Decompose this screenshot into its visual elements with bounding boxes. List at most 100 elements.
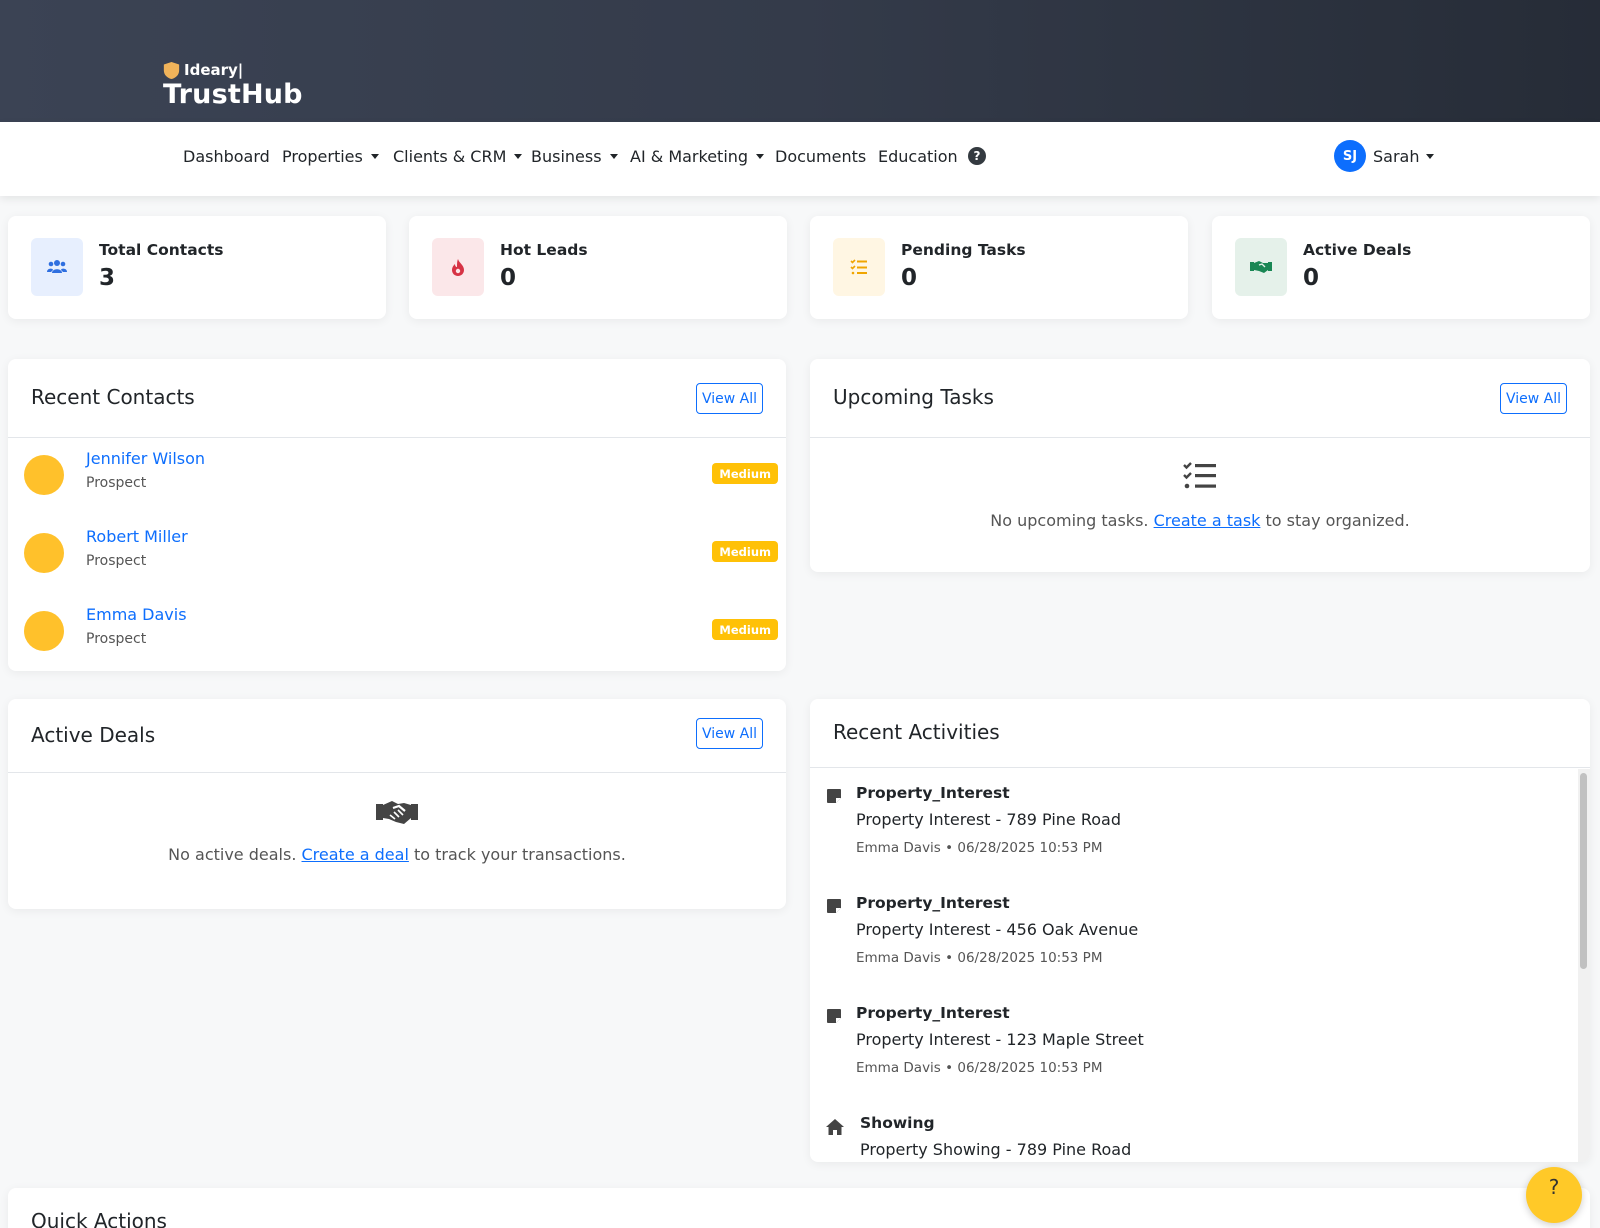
scrollbar-thumb[interactable] bbox=[1580, 773, 1587, 969]
nav-documents[interactable]: Documents bbox=[775, 147, 866, 166]
stat-value: 3 bbox=[99, 265, 116, 291]
activity-item[interactable]: Property_Interest Property Interest - 78… bbox=[826, 784, 1556, 874]
empty-text: to stay organized. bbox=[1265, 511, 1410, 530]
activity-description: Property Interest - 789 Pine Road bbox=[856, 810, 1121, 829]
activity-meta: Emma Davis • 06/28/2025 10:53 PM bbox=[856, 840, 1103, 856]
contact-name-link[interactable]: Jennifer Wilson bbox=[86, 449, 205, 468]
recent-contacts-card: Recent Contacts View All Jennifer Wilson… bbox=[8, 359, 786, 671]
activity-type: Property_Interest bbox=[856, 1004, 1010, 1022]
empty-tasks-message: No upcoming tasks. Create a task to stay… bbox=[810, 511, 1590, 530]
nav-label: Properties bbox=[282, 147, 363, 166]
contact-type: Prospect bbox=[86, 553, 147, 569]
activity-type: Showing bbox=[860, 1114, 935, 1132]
nav-business[interactable]: Business bbox=[531, 147, 618, 166]
contact-row[interactable]: Robert Miller Prospect Medium bbox=[24, 523, 778, 583]
empty-text: No active deals. bbox=[168, 845, 297, 864]
nav-clients-crm[interactable]: Clients & CRM bbox=[393, 147, 523, 166]
view-all-deals-button[interactable]: View All bbox=[696, 718, 763, 749]
avatar bbox=[24, 611, 64, 651]
fire-icon bbox=[432, 238, 484, 296]
priority-badge: Medium bbox=[712, 619, 778, 640]
empty-deals-message: No active deals. Create a deal to track … bbox=[8, 845, 786, 864]
priority-badge: Medium bbox=[712, 463, 778, 484]
activity-scrollbar[interactable] bbox=[1578, 769, 1590, 1162]
stat-card-pending-tasks: Pending Tasks 0 bbox=[810, 216, 1188, 319]
nav-label: AI & Marketing bbox=[630, 147, 749, 166]
nav-label: Education bbox=[878, 147, 958, 166]
activity-item[interactable]: Showing Property Showing - 789 Pine Road bbox=[826, 1114, 1556, 1162]
card-title: Upcoming Tasks bbox=[833, 385, 994, 409]
caret-down-icon bbox=[1426, 153, 1435, 159]
recent-activities-card: Recent Activities Property_Interest Prop… bbox=[810, 699, 1590, 1162]
activity-meta: Emma Davis • 06/28/2025 10:53 PM bbox=[856, 950, 1103, 966]
contact-type: Prospect bbox=[86, 631, 147, 647]
user-avatar: SJ bbox=[1334, 140, 1366, 172]
stat-card-total-contacts: Total Contacts 3 bbox=[8, 216, 386, 319]
activity-description: Property Showing - 789 Pine Road bbox=[860, 1140, 1132, 1159]
stat-label: Total Contacts bbox=[99, 241, 224, 259]
avatar bbox=[24, 533, 64, 573]
activity-type: Property_Interest bbox=[856, 894, 1010, 912]
empty-text: No upcoming tasks. bbox=[990, 511, 1149, 530]
contact-row[interactable]: Emma Davis Prospect Medium bbox=[24, 601, 778, 661]
stat-card-hot-leads: Hot Leads 0 bbox=[409, 216, 787, 319]
caret-down-icon bbox=[756, 154, 765, 159]
card-title: Recent Activities bbox=[833, 720, 1000, 744]
user-name: Sarah bbox=[1373, 146, 1420, 166]
handshake-icon bbox=[376, 801, 418, 824]
activity-meta: Emma Davis • 06/28/2025 10:53 PM bbox=[856, 1060, 1103, 1076]
active-deals-card: Active Deals View All No active deals. C… bbox=[8, 699, 786, 909]
view-all-tasks-button[interactable]: View All bbox=[1500, 383, 1567, 414]
stat-value: 0 bbox=[1303, 265, 1320, 291]
tasks-icon bbox=[1183, 462, 1216, 489]
stat-label: Hot Leads bbox=[500, 241, 588, 259]
contact-name-link[interactable]: Robert Miller bbox=[86, 527, 188, 546]
top-header: Ideary| TrustHub bbox=[0, 0, 1600, 122]
card-title: Quick Actions bbox=[31, 1209, 167, 1228]
nav-label: Dashboard bbox=[183, 147, 270, 166]
note-icon bbox=[827, 899, 841, 913]
activity-list[interactable]: Property_Interest Property Interest - 78… bbox=[810, 769, 1590, 1162]
nav-ai-marketing[interactable]: AI & Marketing bbox=[630, 147, 765, 166]
note-icon bbox=[827, 789, 841, 803]
handshake-icon bbox=[1235, 238, 1287, 296]
home-icon bbox=[826, 1119, 844, 1135]
card-title: Active Deals bbox=[31, 723, 156, 747]
question-circle-icon[interactable]: ? bbox=[968, 147, 986, 165]
nav-dashboard[interactable]: Dashboard bbox=[183, 147, 270, 166]
activity-type: Property_Interest bbox=[856, 784, 1010, 802]
note-icon bbox=[827, 1009, 841, 1023]
activity-item[interactable]: Property_Interest Property Interest - 45… bbox=[826, 894, 1556, 984]
nav-education[interactable]: Education bbox=[878, 147, 958, 166]
activity-description: Property Interest - 456 Oak Avenue bbox=[856, 920, 1139, 939]
upcoming-tasks-card: Upcoming Tasks View All No upcoming task… bbox=[810, 359, 1590, 572]
nav-properties[interactable]: Properties bbox=[282, 147, 379, 166]
caret-down-icon bbox=[514, 154, 523, 159]
brand-logo[interactable]: Ideary| TrustHub bbox=[163, 60, 303, 110]
card-title: Recent Contacts bbox=[31, 385, 195, 409]
stat-value: 0 bbox=[901, 265, 918, 291]
brand-main-text: TrustHub bbox=[163, 79, 303, 110]
tasks-icon bbox=[833, 238, 885, 296]
contact-name-link[interactable]: Emma Davis bbox=[86, 605, 187, 624]
view-all-contacts-button[interactable]: View All bbox=[696, 383, 763, 414]
create-deal-link[interactable]: Create a deal bbox=[302, 845, 409, 864]
help-floating-button[interactable]: ? bbox=[1526, 1167, 1582, 1223]
nav-label: Documents bbox=[775, 147, 867, 166]
quick-actions-card: Quick Actions bbox=[8, 1188, 1590, 1228]
create-task-link[interactable]: Create a task bbox=[1154, 511, 1261, 530]
activity-item[interactable]: Property_Interest Property Interest - 12… bbox=[826, 1004, 1556, 1094]
caret-down-icon bbox=[370, 154, 379, 159]
brand-top-text: Ideary| bbox=[184, 61, 244, 79]
users-icon bbox=[31, 238, 83, 296]
contact-type: Prospect bbox=[86, 475, 147, 491]
empty-text: to track your transactions. bbox=[413, 845, 626, 864]
user-menu[interactable]: SJ Sarah bbox=[1334, 140, 1435, 172]
priority-badge: Medium bbox=[712, 541, 778, 562]
nav-label: Clients & CRM bbox=[393, 147, 507, 166]
contact-row[interactable]: Jennifer Wilson Prospect Medium bbox=[24, 445, 778, 505]
stat-value: 0 bbox=[500, 265, 517, 291]
caret-down-icon bbox=[609, 154, 618, 159]
shield-icon bbox=[163, 61, 180, 79]
activity-description: Property Interest - 123 Maple Street bbox=[856, 1030, 1144, 1049]
